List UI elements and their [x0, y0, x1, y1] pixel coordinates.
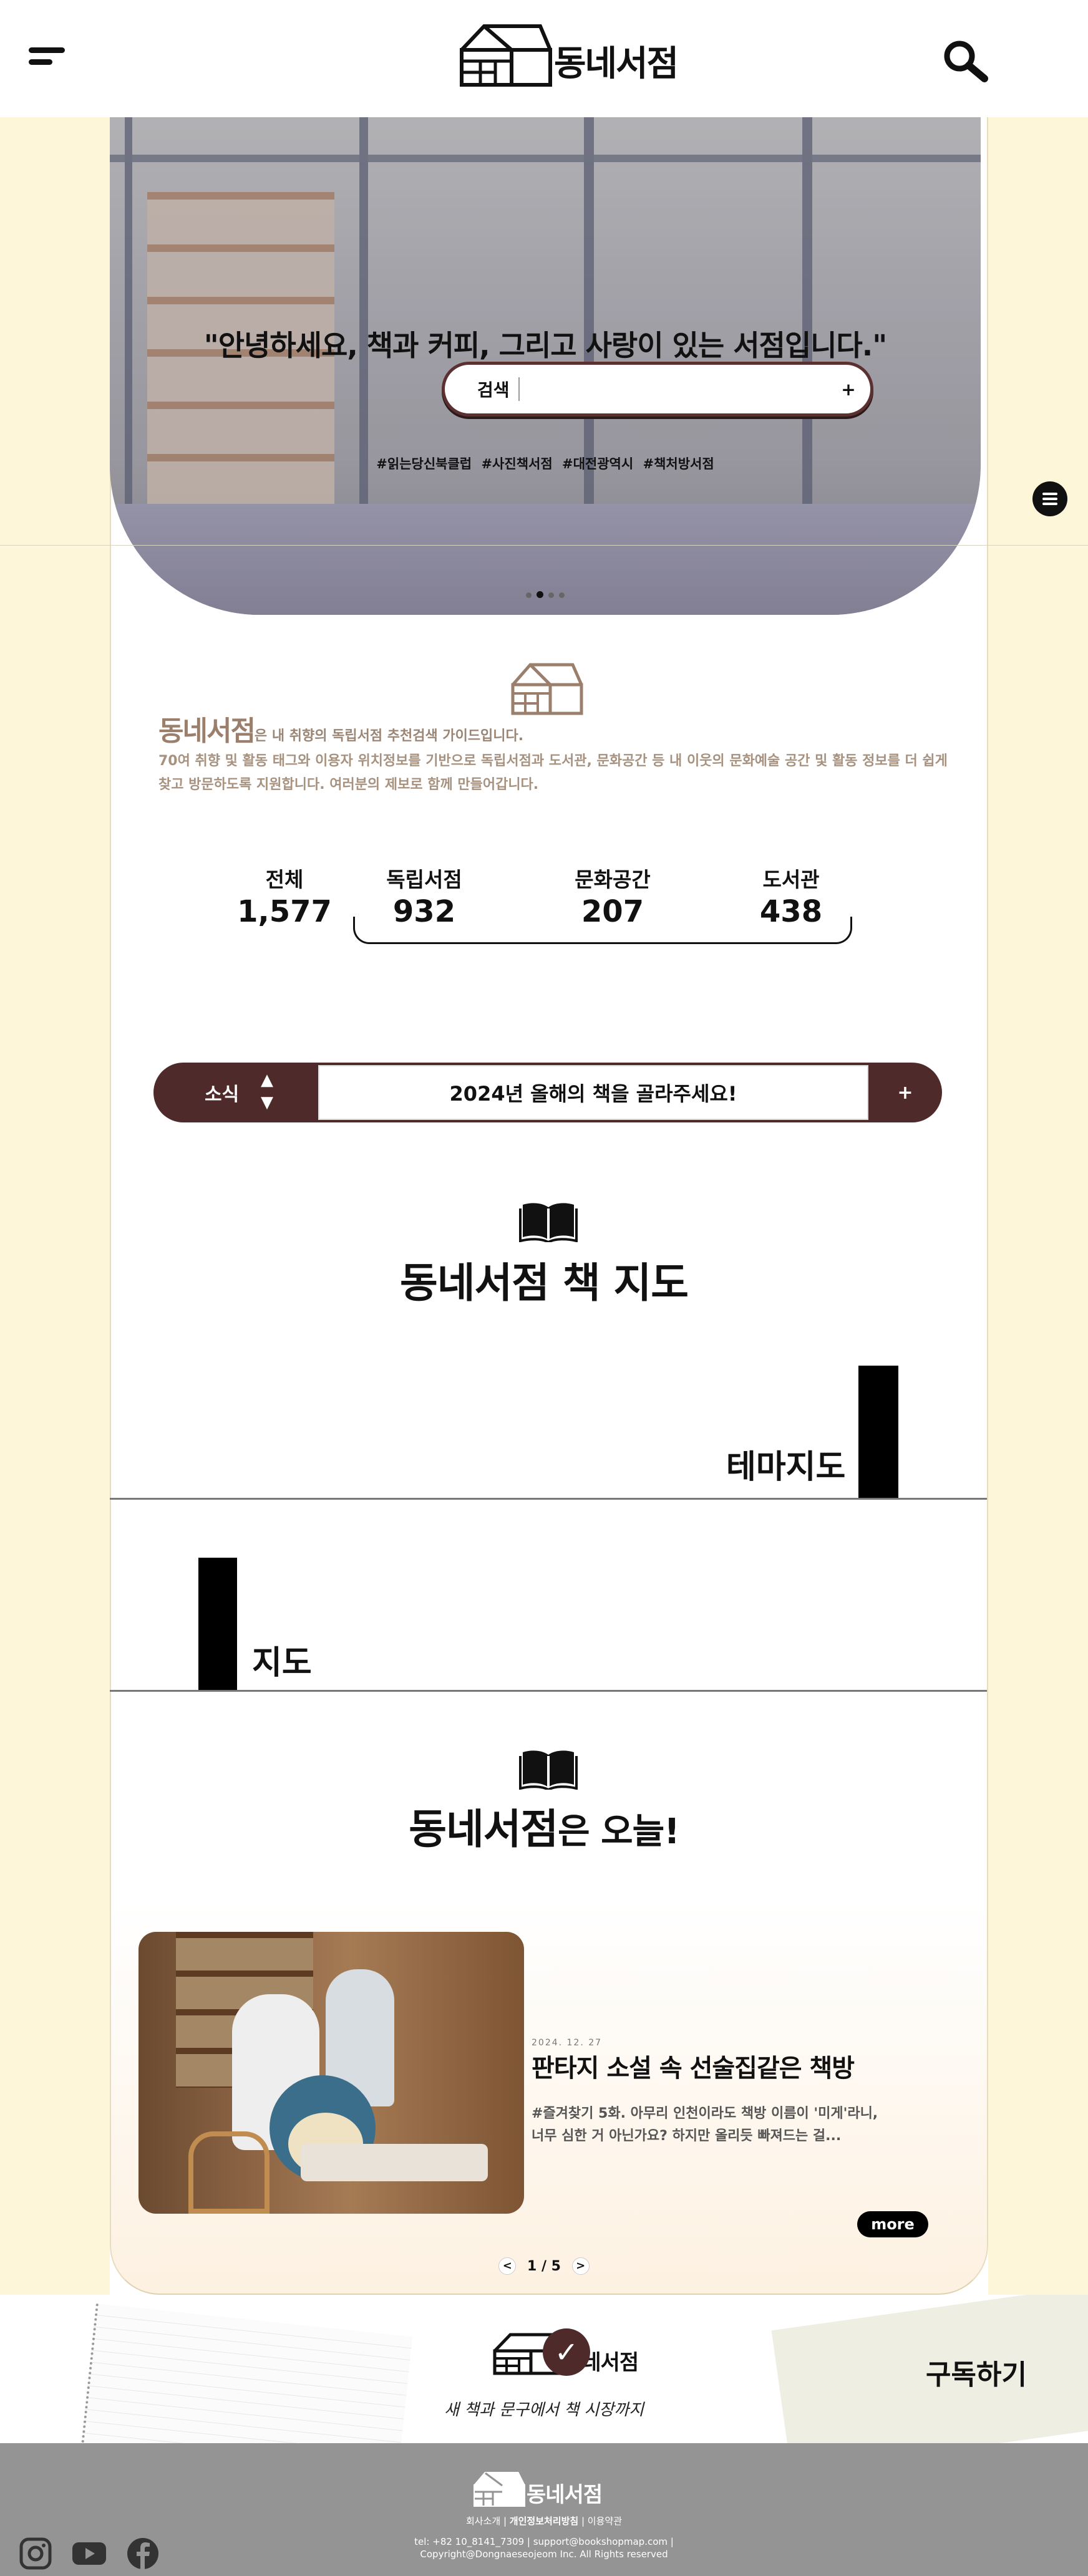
subscribe-button[interactable]: 구독하기	[926, 2352, 1027, 2392]
today-post-image[interactable]	[138, 1932, 524, 2214]
map-link[interactable]: 지도	[252, 1636, 312, 1683]
news-headline[interactable]: 2024년 올해의 책을 골라주세요!	[318, 1065, 868, 1120]
footer-link-terms[interactable]: 이용약관	[588, 2516, 622, 2527]
search-icon[interactable]	[942, 39, 989, 86]
theme-map-divider	[110, 1498, 987, 1500]
post-title[interactable]: 판타지 소설 속 선술집같은 책방	[532, 2048, 855, 2084]
hero-banner: "안녕하세요, 책과 커피, 그리고 사랑이 있는 서점입니다." 검색 + #…	[110, 117, 981, 615]
today-title-rest: 은 오늘!	[558, 1811, 680, 1852]
slide-dot-active[interactable]	[537, 591, 543, 598]
facebook-icon[interactable]	[126, 2537, 160, 2573]
news-more-button[interactable]: +	[868, 1063, 942, 1122]
subscribe-slogan: 새 책과 문구에서 책 시장까지	[444, 2401, 644, 2419]
open-book-icon	[519, 1201, 578, 1245]
hamburger-menu-icon[interactable]	[29, 47, 65, 71]
post-date: 2024. 12. 27	[532, 2038, 603, 2048]
hero-tag[interactable]: #대전광역시	[562, 456, 633, 471]
post-pager: < 1 / 5 >	[0, 2257, 1088, 2275]
youtube-icon[interactable]	[71, 2541, 107, 2569]
search-submit-button[interactable]: +	[827, 379, 870, 400]
hero-search-bar: 검색 +	[442, 362, 873, 417]
slide-dot[interactable]	[559, 592, 565, 598]
footer-social-links	[19, 2537, 160, 2573]
footer-link-privacy[interactable]: 개인정보처리방침	[510, 2516, 578, 2527]
map-accent-bar	[198, 1558, 237, 1691]
stat-label: 전체	[265, 867, 304, 892]
footer-link-about[interactable]: 회사소개	[466, 2516, 500, 2527]
floating-menu-button[interactable]	[1032, 481, 1067, 516]
image-chair	[188, 2131, 270, 2214]
hero-quote: "안녕하세요, 책과 커피, 그리고 사랑이 있는 서점입니다."	[203, 329, 887, 362]
map-divider	[110, 1690, 987, 1692]
footer-logo-text: 동네서점	[527, 2482, 603, 2507]
slide-dot[interactable]	[526, 592, 532, 598]
news-ticker: 소식 ▲ ▼ 2024년 올해의 책을 골라주세요! +	[153, 1063, 942, 1122]
right-side-background	[988, 117, 1088, 2300]
left-side-background	[0, 117, 110, 2300]
stat-label: 도서관	[762, 867, 820, 892]
hero-divider-line	[0, 545, 1088, 546]
book-map-title: 동네서점 책 지도	[400, 1259, 689, 1307]
hero-tags: #읽는당신북클럽 #사진책서점 #대전광역시 #책처방서점	[110, 454, 981, 473]
hero-tag[interactable]: #사진책서점	[481, 456, 552, 471]
instagram-icon[interactable]	[19, 2537, 52, 2573]
stat-label: 독립서점	[386, 867, 462, 892]
intro-brand: 동네서점	[158, 715, 256, 747]
hero-tag[interactable]: #책처방서점	[643, 456, 714, 471]
site-logo[interactable]: 동네서점	[459, 21, 679, 89]
intro-headline: 동네서점은 내 취향의 독립서점 추천검색 가이드입니다.	[158, 708, 523, 748]
image-table	[301, 2144, 488, 2181]
intro-tagline: 은 내 취향의 독립서점 추천검색 가이드입니다.	[254, 728, 524, 744]
footer-info: tel: +82 10_8141_7309 | support@bookshop…	[0, 2535, 1088, 2560]
stat-label: 문화공간	[575, 867, 651, 892]
site-footer: 동네서점 회사소개 | 개인정보처리방침 | 이용약관 tel: +82 10_…	[0, 2443, 1088, 2576]
news-up-arrow-icon[interactable]: ▲	[261, 1069, 273, 1091]
pager-indicator: 1 / 5	[527, 2258, 561, 2274]
today-title: 동네서점은 오늘!	[0, 1796, 1088, 1856]
post-excerpt-line: #즐겨찾기 5화. 아무리 인천이라도 책방 이름이 '미게'라니,	[532, 2106, 878, 2121]
news-arrows: ▲ ▼	[261, 1069, 273, 1114]
news-down-arrow-icon[interactable]: ▼	[261, 1091, 273, 1114]
intro-description: 70여 취향 및 활동 태그와 이용자 위치정보를 기반으로 독립서점과 도서관…	[158, 753, 948, 793]
theme-map-accent-bar	[858, 1366, 898, 1499]
pager-prev-button[interactable]: <	[498, 2257, 517, 2275]
today-title-brand: 동네서점	[409, 1805, 558, 1853]
hero-tag[interactable]: #읽는당신북클럽	[376, 456, 472, 471]
notebook-paper-decoration	[80, 2303, 413, 2443]
more-button[interactable]: more	[857, 2211, 928, 2237]
post-excerpt-line: 너무 심한 거 아닌가요? 하지만 올리듯 빠져드는 걸...	[532, 2128, 842, 2144]
stats-bracket	[353, 917, 852, 944]
search-label: 검색	[477, 380, 510, 400]
bookstore-house-icon	[460, 24, 552, 87]
logo-text: 동네서점	[554, 44, 679, 84]
pager-next-button[interactable]: >	[571, 2257, 590, 2275]
open-book-icon	[519, 1749, 578, 1792]
bookstore-house-icon	[474, 2472, 525, 2507]
stat-value: 1,577	[237, 894, 332, 929]
news-label: 소식	[205, 1084, 240, 1106]
checkmark-icon: ✓	[543, 2328, 590, 2376]
theme-map-link[interactable]: 테마지도	[726, 1440, 845, 1487]
slide-dot[interactable]	[548, 592, 554, 598]
search-input[interactable]	[519, 365, 827, 413]
hero-slide-dots	[110, 589, 981, 601]
footer-logo[interactable]: 동네서점	[473, 2471, 603, 2508]
subscribe-section: 동네서점 ✓ 새 책과 문구에서 책 시장까지 구독하기	[0, 2295, 1088, 2443]
site-header: 동네서점	[0, 0, 1088, 117]
post-excerpt: #즐겨찾기 5화. 아무리 인천이라도 책방 이름이 '미게'라니, 너무 심한…	[532, 2103, 956, 2148]
footer-copyright: Copyright@Dongnaeseojeom Inc. All Rights…	[420, 2549, 668, 2560]
footer-links: 회사소개 | 개인정보처리방침 | 이용약관	[466, 2516, 622, 2527]
stat-total[interactable]: 전체 1,577	[210, 863, 359, 929]
footer-contact: tel: +82 10_8141_7309 | support@bookshop…	[414, 2536, 674, 2547]
